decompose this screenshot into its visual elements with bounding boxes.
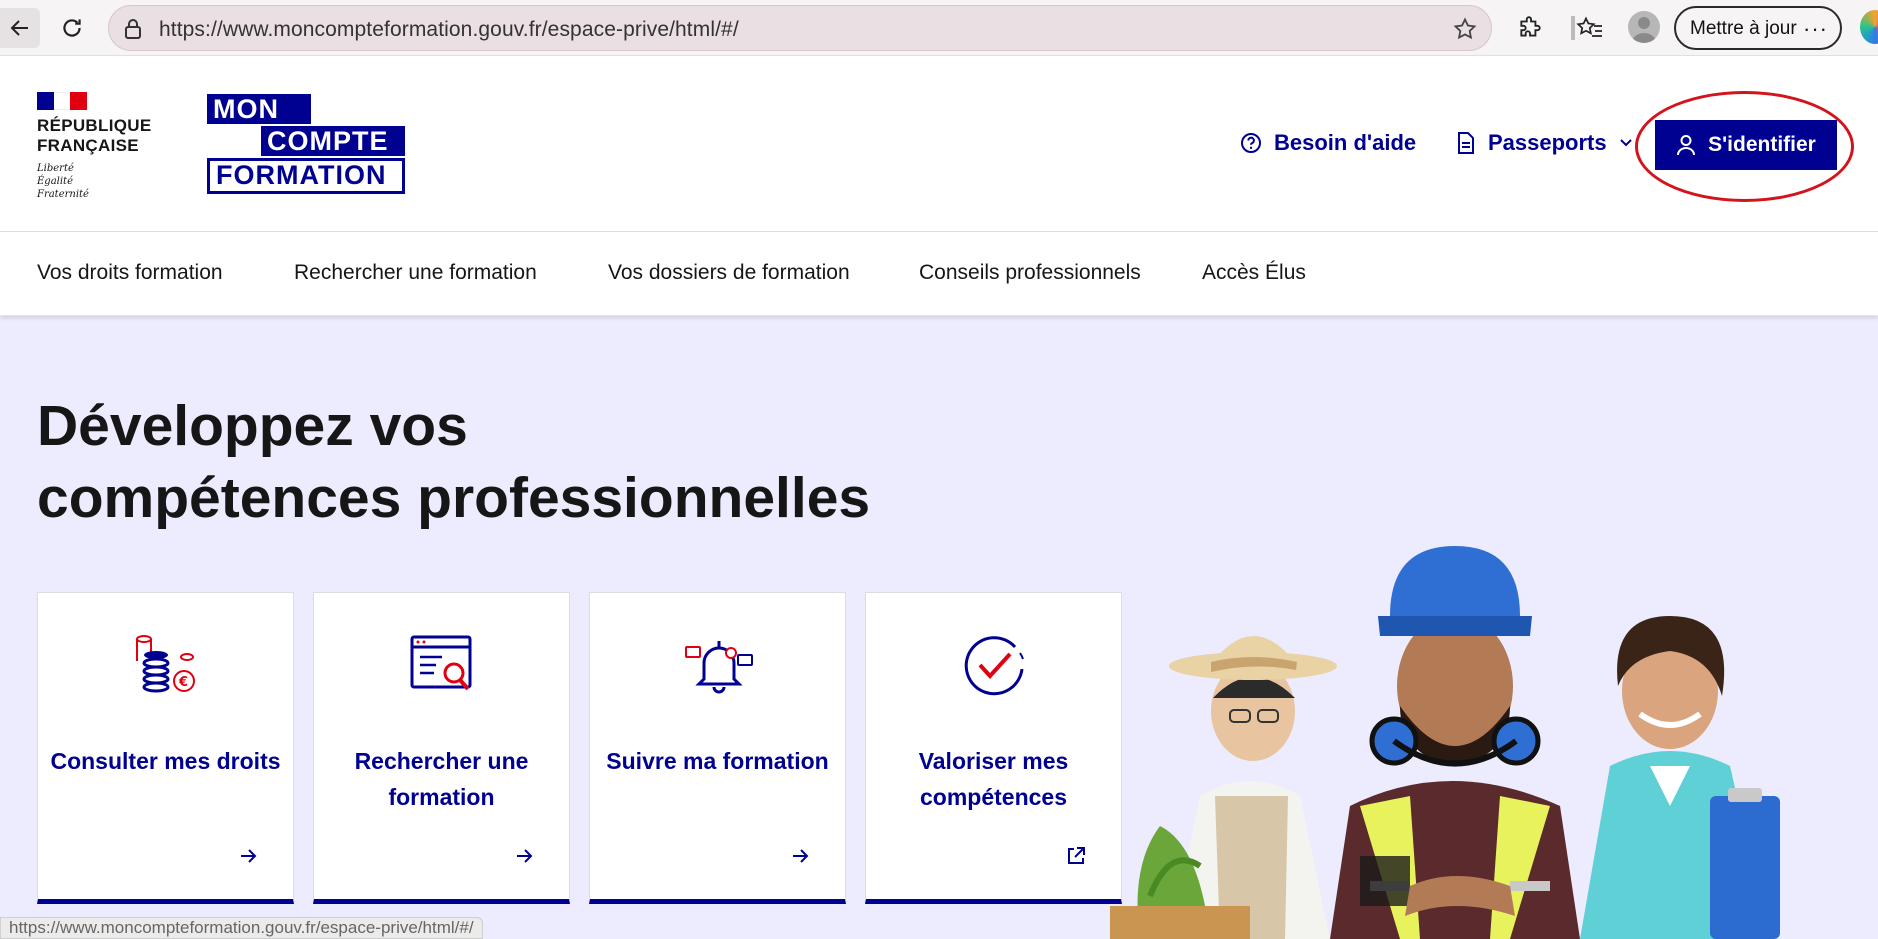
arrow-right-icon [241, 849, 257, 863]
update-browser-button[interactable]: Mettre à jour ··· [1674, 6, 1842, 50]
nav-item-elus[interactable]: Accès Élus [1202, 261, 1306, 285]
republic-motto: Liberté Égalité Fraternité [37, 162, 167, 201]
document-icon [1458, 132, 1474, 154]
nav-item-rechercher[interactable]: Rechercher une formation [294, 261, 537, 285]
french-flag-icon [37, 92, 88, 110]
construction-worker-figure [1330, 546, 1580, 939]
annotation-highlight-ellipse [1635, 91, 1854, 202]
logo-line-formation: FORMATION [207, 158, 405, 194]
arrow-right-icon [517, 849, 533, 863]
motto-liberte: Liberté [37, 163, 74, 174]
nav-item-dossiers[interactable]: Vos dossiers de formation [608, 261, 850, 285]
favorites-list-icon [1576, 16, 1602, 37]
republique-francaise-text: RÉPUBLIQUE FRANÇAISE [37, 116, 152, 155]
farmer-figure [1110, 636, 1337, 939]
coins-euro-icon: € [136, 635, 195, 693]
address-bar[interactable]: https://www.moncompteformation.gouv.fr/e… [108, 5, 1492, 51]
motto-fraternite: Fraternité [37, 189, 89, 200]
bell-notification-icon [685, 641, 753, 694]
site-header: RÉPUBLIQUE FRANÇAISE Liberté Égalité Fra… [0, 56, 1878, 232]
passports-menu[interactable]: Passeports [1456, 130, 1633, 156]
update-label: Mettre à jour [1690, 18, 1797, 39]
url-text[interactable]: https://www.moncompteformation.gouv.fr/e… [159, 18, 739, 42]
card-suivre-formation[interactable]: Suivre ma formation [589, 592, 846, 904]
passports-label: Passeports [1488, 130, 1607, 155]
arrow-left-icon [10, 20, 28, 36]
main-navigation: Vos droits formation Rechercher une form… [0, 233, 1878, 315]
svg-text:€: € [178, 675, 188, 690]
mon-compte-formation-logo[interactable]: MON COMPTE FORMATION [207, 94, 405, 194]
hero-title-line1: Développez vos [37, 394, 468, 458]
card-label: Rechercher une formation [354, 748, 529, 810]
reload-button[interactable] [52, 8, 92, 48]
lock-icon [125, 19, 141, 39]
user-silhouette-icon [1632, 17, 1656, 43]
favorites-button[interactable] [1572, 10, 1608, 46]
workers-illustration [1110, 546, 1780, 939]
reload-icon [63, 19, 81, 37]
checkmark-circle-icon [964, 636, 1024, 696]
logo-line-compte: COMPTE [261, 126, 405, 156]
hero-section: Développez vos compétences professionnel… [0, 316, 1878, 939]
motto-egalite: Égalité [37, 176, 73, 187]
search-document-icon [410, 635, 472, 691]
republique-francaise-logo[interactable]: RÉPUBLIQUE FRANÇAISE Liberté Égalité Fra… [37, 92, 167, 201]
arrow-right-icon [793, 849, 809, 863]
card-label: Consulter mes droits [50, 748, 281, 774]
copilot-icon[interactable] [1860, 10, 1878, 44]
card-label: Suivre ma formation [606, 748, 829, 774]
help-label: Besoin d'aide [1274, 130, 1417, 155]
logo-line-mon: MON [207, 94, 311, 124]
card-valoriser-competences[interactable]: Valoriser mes compétences [865, 592, 1122, 904]
puzzle-icon [1520, 16, 1541, 37]
favorite-star-icon[interactable] [1453, 17, 1477, 41]
card-rechercher-formation[interactable]: Rechercher une formation [313, 592, 570, 904]
external-link-icon [1068, 847, 1085, 864]
chevron-down-icon [1619, 139, 1632, 147]
nurse-figure [1580, 616, 1780, 939]
nav-item-droits[interactable]: Vos droits formation [37, 261, 223, 285]
question-circle-icon [1241, 133, 1261, 153]
hero-title-line2: compétences professionnelles [37, 466, 871, 530]
nav-item-conseils[interactable]: Conseils professionnels [919, 261, 1141, 285]
help-link[interactable]: Besoin d'aide [1240, 130, 1416, 156]
profile-avatar[interactable] [1628, 11, 1660, 43]
more-options-icon[interactable]: ··· [1803, 16, 1828, 42]
card-consulter-droits[interactable]: € Consulter mes droits [37, 592, 294, 904]
back-button[interactable] [0, 8, 40, 48]
hero-title: Développez vos compétences professionnel… [37, 390, 870, 534]
card-label: Valoriser mes compétences [918, 748, 1069, 810]
extensions-button[interactable] [1512, 10, 1548, 46]
browser-toolbar: https://www.moncompteformation.gouv.fr/e… [0, 0, 1878, 56]
status-bar-url: https://www.moncompteformation.gouv.fr/e… [0, 917, 483, 939]
